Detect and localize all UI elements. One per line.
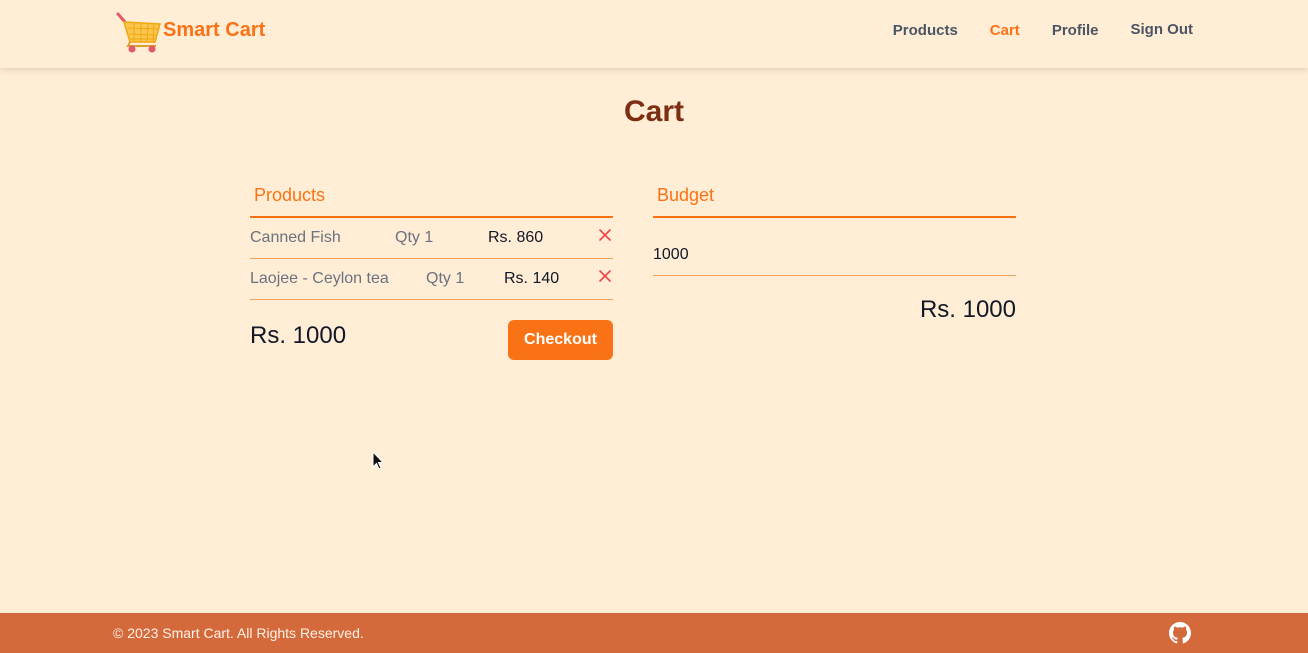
cart-item-qty: Qty 1: [426, 270, 465, 287]
budget-total: Rs. 1000: [919, 296, 1016, 323]
navbar: Smart Cart Products Cart Profile Sign Ou…: [0, 0, 1308, 68]
github-link[interactable]: [1169, 622, 1191, 644]
page-title: Cart: [623, 95, 684, 128]
close-icon: [599, 229, 611, 241]
mouse-cursor-icon: [372, 451, 384, 470]
nav-cart[interactable]: Cart: [990, 22, 1020, 40]
close-icon: [599, 270, 611, 282]
cart-item-name: Canned Fish: [250, 229, 341, 246]
products-panel: Products Canned Fish Qty 1 Rs. 860 Laoje…: [250, 180, 613, 370]
cart-item-price: Rs. 140: [504, 270, 560, 287]
budget-input[interactable]: [653, 218, 1016, 276]
checkout-button[interactable]: Checkout: [508, 320, 613, 360]
budget-heading: Budget: [653, 180, 1016, 218]
brand-name: Smart Cart: [163, 18, 266, 41]
cart-item-row: Canned Fish Qty 1 Rs. 860: [250, 218, 613, 259]
cart-total-row: Rs. 1000 Checkout: [250, 300, 613, 370]
nav-links: Products Cart Profile Sign Out: [861, 21, 1194, 40]
cart-item-name: Laojee - Ceylon tea: [250, 270, 389, 287]
remove-item-button[interactable]: [597, 227, 613, 243]
footer: © 2023 Smart Cart. All Rights Reserved.: [0, 613, 1308, 653]
cart-total: Rs. 1000: [250, 322, 347, 349]
brand-link[interactable]: Smart Cart: [116, 12, 265, 54]
shopping-cart-icon: [116, 12, 161, 53]
cart-item-qty: Qty 1: [395, 229, 434, 246]
github-icon: [1169, 622, 1191, 644]
nav-products[interactable]: Products: [893, 22, 958, 40]
remove-item-button[interactable]: [597, 268, 613, 284]
cart-item-price: Rs. 860: [488, 229, 544, 246]
budget-panel: Budget Rs. 1000: [653, 180, 1016, 324]
nav-sign-out[interactable]: Sign Out: [1131, 21, 1194, 39]
cart-item-row: Laojee - Ceylon tea Qty 1 Rs. 140: [250, 259, 613, 300]
nav-profile[interactable]: Profile: [1052, 22, 1099, 40]
products-heading: Products: [250, 180, 613, 218]
copyright-text: © 2023 Smart Cart. All Rights Reserved.: [113, 625, 364, 641]
